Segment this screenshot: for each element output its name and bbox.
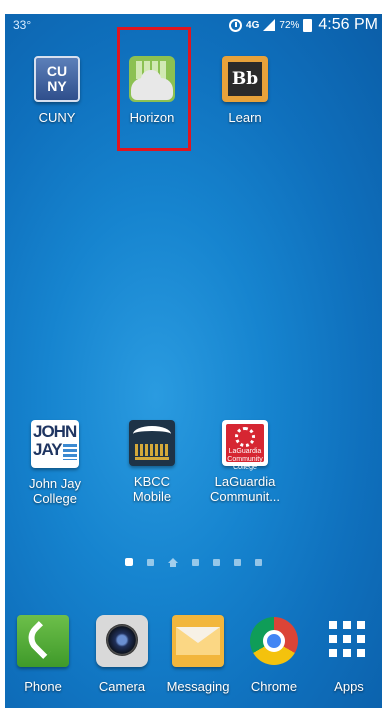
app-learn[interactable]: Bb Learn <box>205 56 285 125</box>
page-dot[interactable] <box>255 558 262 566</box>
app-john-jay[interactable]: JOHN JAY John Jay College <box>15 420 95 506</box>
app-label: Chrome <box>250 679 298 694</box>
blackboard-learn-icon: Bb <box>222 56 268 102</box>
home-screen: 33° 4G 72% 4:56 PM CU NY CUNY Horizon Bb… <box>5 14 382 708</box>
page-dot[interactable] <box>213 558 220 566</box>
phone-icon <box>17 615 69 667</box>
apps-grid-icon <box>323 615 375 667</box>
status-clock: 4:56 PM <box>318 16 378 33</box>
app-label: Phone <box>24 679 62 694</box>
page-dot[interactable] <box>192 558 199 566</box>
highlight-box <box>117 27 191 151</box>
john-jay-icon: JOHN JAY <box>31 420 79 468</box>
app-label: KBCC Mobile <box>132 474 172 504</box>
battery-icon <box>303 18 313 32</box>
alarm-icon <box>229 18 243 32</box>
dock-phone[interactable]: Phone <box>5 615 83 694</box>
app-label: Learn <box>228 110 262 125</box>
app-cuny[interactable]: CU NY CUNY <box>17 56 97 125</box>
dock-camera[interactable]: Camera <box>82 615 162 694</box>
app-label: Camera <box>98 679 146 694</box>
dock-chrome[interactable]: Chrome <box>234 615 314 694</box>
dock-apps[interactable]: Apps <box>309 615 382 694</box>
app-label: Apps <box>334 679 364 694</box>
app-label: LaGuardia Communit... <box>209 474 281 504</box>
page-dot[interactable] <box>147 558 154 566</box>
page-indicator[interactable] <box>5 557 382 567</box>
status-bar: 33° 4G 72% 4:56 PM <box>5 14 382 40</box>
app-laguardia[interactable]: LaGuardia Community College LaGuardia Co… <box>205 420 285 504</box>
status-icons: 4G 72% 4:56 PM <box>229 16 378 34</box>
messaging-icon <box>172 615 224 667</box>
dock-messaging[interactable]: Messaging <box>158 615 238 694</box>
weather-temperature: 33° <box>13 18 32 32</box>
home-page-icon[interactable] <box>168 557 178 567</box>
dock: Phone Camera Messaging Chrome Apps <box>5 610 382 708</box>
device-frame: 33° 4G 72% 4:56 PM CU NY CUNY Horizon Bb… <box>0 0 387 713</box>
network-type: 4G <box>246 19 260 31</box>
app-label: John Jay College <box>28 476 82 506</box>
app-label: Messaging <box>166 679 230 694</box>
signal-icon <box>263 19 276 31</box>
camera-icon <box>96 615 148 667</box>
battery-percent: 72% <box>279 19 300 31</box>
cuny-icon: CU NY <box>34 56 80 102</box>
app-label: CUNY <box>38 110 76 125</box>
kbcc-icon <box>129 420 175 466</box>
chrome-icon <box>248 615 300 667</box>
page-dot-active[interactable] <box>125 558 133 566</box>
page-dot[interactable] <box>234 558 241 566</box>
app-kbcc-mobile[interactable]: KBCC Mobile <box>112 420 192 504</box>
laguardia-icon: LaGuardia Community College <box>222 420 268 471</box>
